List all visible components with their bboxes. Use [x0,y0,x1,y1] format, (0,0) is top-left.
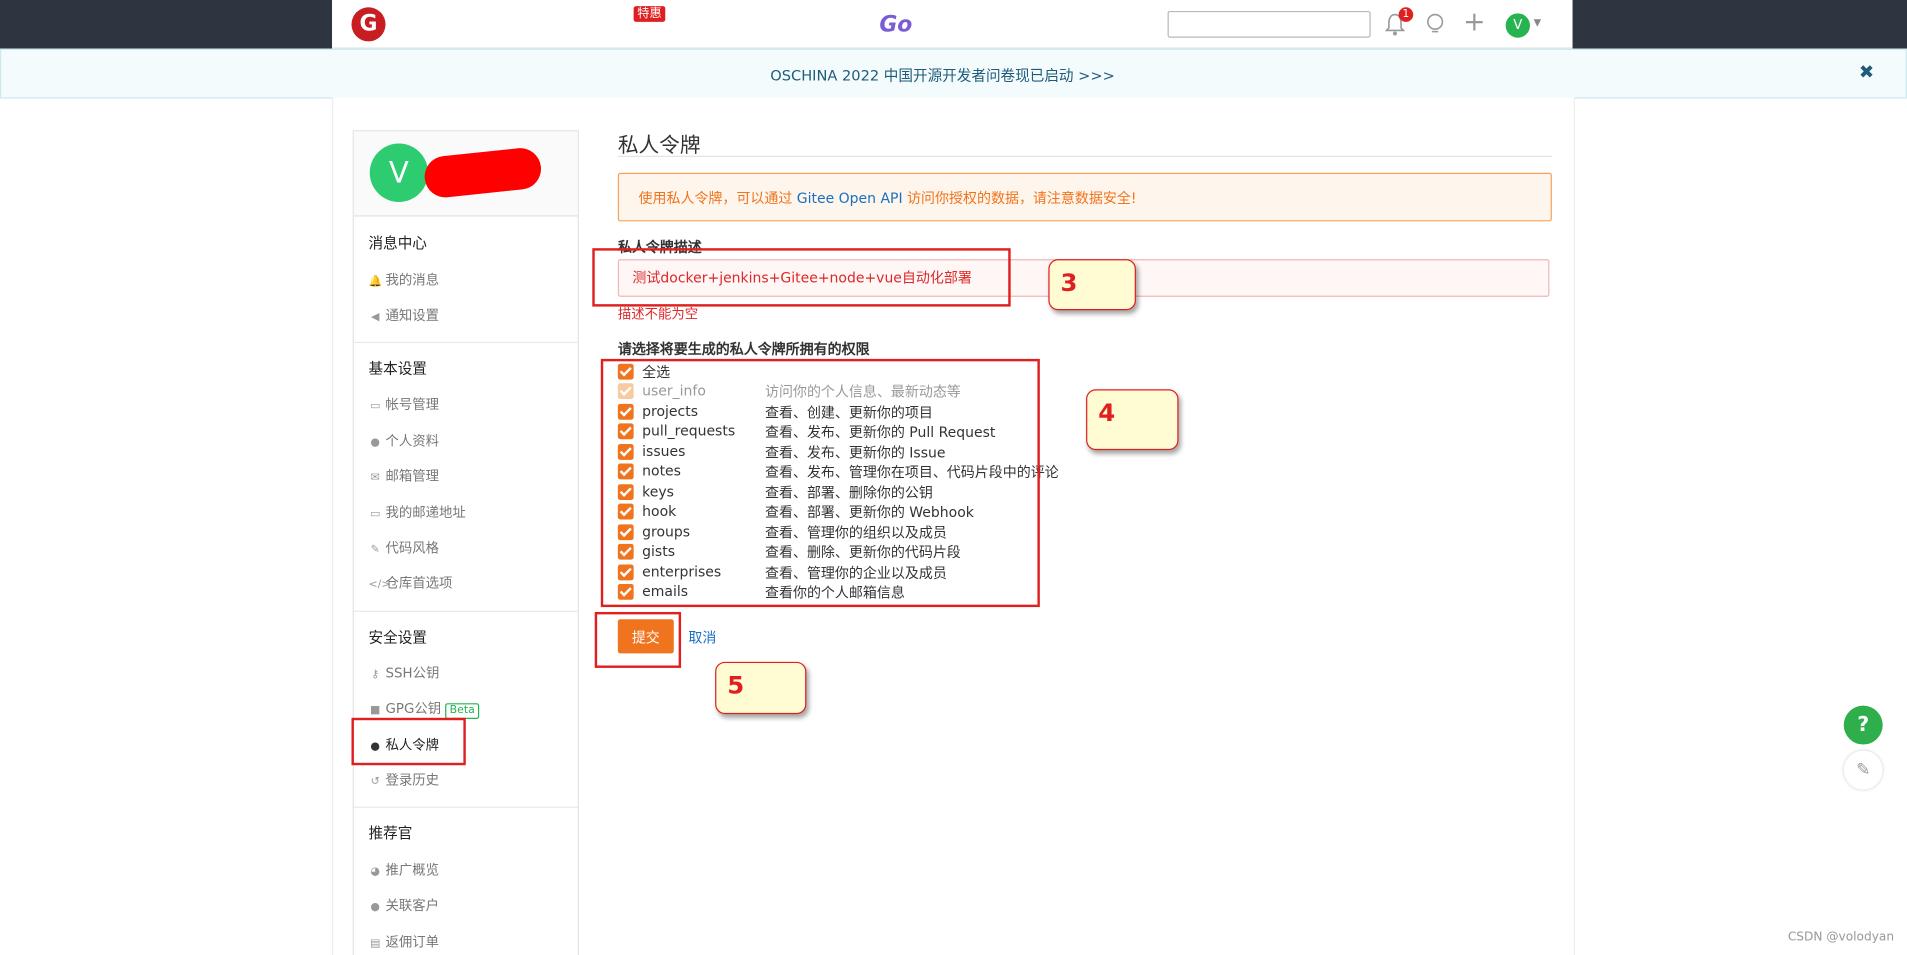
sidebar-item-related-clients[interactable]: ● 关联客户 [369,895,440,914]
edit-icon: ✎ [1856,760,1871,780]
security-alert: 使用私人令牌，可以通过 Gitee Open API 访问你授权的数据，请注意数… [617,172,1552,222]
plus-icon[interactable]: + [1463,8,1485,38]
address-icon: ▭ [370,508,381,521]
annotation-note-step5: 5 [715,661,807,715]
redaction-mark [422,146,544,200]
sidebar-item-email[interactable]: ✉ 邮箱管理 [369,466,440,485]
lightbulb-icon[interactable] [1425,13,1444,35]
sidebar-item-my-messages[interactable]: 🔔 我的消息 [369,270,440,289]
annotation-box-sidebar-token [351,717,466,766]
alert-suffix: 访问你授权的数据，请注意数据安全! [902,189,1137,207]
gitee-logo[interactable]: G [351,7,386,42]
sidebar-item-label: 返佣订单 [385,934,440,951]
help-button[interactable]: ? [1843,705,1883,745]
sidebar-item-commission-orders[interactable]: ▤ 返佣订单 [369,932,440,951]
sidebar-item-code-style[interactable]: ✎ 代码风格 [369,538,440,557]
cancel-link[interactable]: 取消 [688,628,716,647]
sidebar-profile: V [353,131,578,217]
sidebar-item-promotion-overview[interactable]: ◕ 推广概览 [369,860,440,879]
sidebar-item-label: 我的邮递地址 [385,504,466,521]
annotation-box-description [592,248,1011,307]
mail-icon: ✉ [370,472,380,485]
sidebar-item-label: 帐号管理 [385,396,440,413]
top-navbar: G 特惠 Go 1 + V ▼ [0,0,1907,49]
brush-icon: ✎ [370,543,380,556]
sidebar-item-label: 推广概览 [385,862,440,879]
go-logo[interactable]: Go [879,12,912,38]
sidebar-item-label: 代码风格 [385,540,440,556]
title-divider [617,155,1552,157]
alert-prefix: 使用私人令牌，可以通过 [638,189,797,207]
history-icon: ↺ [370,776,380,789]
description-error: 描述不能为空 [617,306,699,323]
sidebar-item-gpg-keys[interactable]: ■ GPG公钥 Beta [369,698,480,720]
annotation-box-submit [594,611,682,668]
chevron-down-icon[interactable]: ▼ [1534,17,1541,28]
sidebar-divider [353,341,578,344]
feedback-button[interactable]: ✎ [1843,750,1883,790]
sidebar-group-title: 安全设置 [368,628,427,647]
sidebar-item-label: 仓库首选项 [385,575,453,592]
sidebar-item-label: 邮箱管理 [385,468,440,485]
sidebar-group-title: 消息中心 [368,234,427,252]
avatar[interactable]: V [369,143,429,202]
sidebar-divider [353,806,578,808]
promo-badge[interactable]: 特惠 [633,6,666,22]
watermark: CSDN @volodyan [1787,930,1895,945]
permissions-label: 请选择将要生成的私人令牌所拥有的权限 [617,340,870,358]
annotation-note-step4: 4 [1086,389,1179,451]
close-icon[interactable]: ✖ [1859,61,1874,83]
sidebar-item-label: 登录历史 [385,772,440,789]
alert-text: 使用私人令牌，可以通过 Gitee Open API 访问你授权的数据，请注意数… [639,189,1137,208]
sidebar-item-label: GPG公钥 [385,700,442,717]
sidebar-item-label: 关联客户 [385,897,440,914]
sidebar-item-login-history[interactable]: ↺ 登录历史 [369,770,440,789]
users-icon: ● [370,901,380,914]
announcement-bar: OSCHINA 2022 中国开源开发者问卷现已启动 >>> ✖ [0,48,1907,99]
code-icon: </> [368,579,391,592]
navbar-inner: G 特惠 Go 1 + V ▼ [332,0,1573,49]
sidebar-item-label: 通知设置 [385,307,440,324]
sidebar-group-title: 推荐官 [368,824,413,842]
open-api-link[interactable]: Gitee Open API [797,190,903,207]
chart-icon: ◕ [370,866,380,879]
idcard-icon: ▭ [370,400,381,413]
sidebar-item-account[interactable]: ▭ 帐号管理 [369,394,440,413]
user-icon: ● [370,436,380,449]
sidebar-item-profile[interactable]: ● 个人资料 [369,431,440,450]
beta-badge: Beta [444,703,480,720]
sidebar-item-repo-preferences[interactable]: </>仓库首选项 [369,573,453,592]
search-input[interactable] [1167,10,1371,38]
sidebar-item-label: 我的消息 [385,272,440,289]
sidebar-item-label: SSH公钥 [385,665,440,682]
speaker-icon: ◀ [370,311,380,324]
order-icon: ▤ [370,937,381,951]
user-avatar[interactable]: V [1505,13,1530,38]
sidebar-item-label: 个人资料 [385,433,440,449]
sidebar-item-notification-settings[interactable]: ◀ 通知设置 [369,305,440,324]
sidebar-item-address[interactable]: ▭ 我的邮递地址 [369,502,466,521]
notification-badge: 1 [1398,7,1414,22]
sidebar-group-title: 基本设置 [368,360,427,378]
page-title: 私人令牌 [617,133,701,159]
annotation-note-step3: 3 [1048,259,1136,311]
annotation-box-permissions [600,358,1040,608]
settings-sidebar: V 消息中心 🔔 我的消息 ◀ 通知设置 基本设置 ▭ 帐号管理 ● 个人资料 ✉ 邮箱管… [352,130,579,955]
lock-icon: ■ [370,704,381,717]
sidebar-item-ssh-keys[interactable]: ⚷ SSH公钥 [369,663,440,682]
announcement-link[interactable]: OSCHINA 2022 中国开源开发者问卷现已启动 >>> [1,64,1884,85]
key-icon: ⚷ [371,669,380,682]
sidebar-divider [353,610,578,612]
bell-icon: 🔔 [368,276,383,289]
